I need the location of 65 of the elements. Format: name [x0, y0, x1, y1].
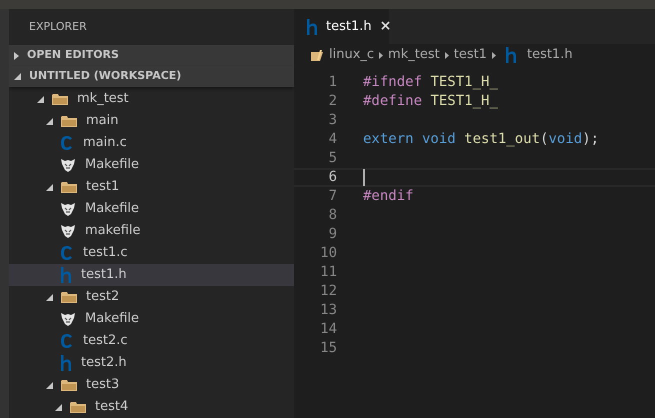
line-number: 13 — [319, 301, 337, 320]
file-item[interactable]: main.c — [9, 132, 294, 154]
folder-item[interactable]: mk_test — [9, 88, 294, 110]
text-cursor — [363, 169, 365, 186]
line-number: 10 — [319, 244, 337, 263]
line-number: 6 — [328, 168, 337, 187]
file-item[interactable]: Makefile — [9, 308, 294, 330]
c-file-icon — [60, 333, 74, 349]
folder-item[interactable]: test2 — [9, 286, 294, 308]
chevron-right-icon — [492, 52, 496, 58]
c-file-icon — [60, 245, 74, 261]
line-number: 4 — [328, 130, 337, 149]
line-number: 11 — [319, 263, 337, 282]
breadcrumb-item[interactable]: test1.h — [500, 45, 573, 65]
code-line: #define TEST1_H_ — [363, 92, 498, 111]
file-item[interactable]: test1.h — [9, 264, 294, 286]
line-number: 1 — [328, 73, 337, 92]
makefile-icon — [60, 158, 76, 172]
makefile-icon — [60, 202, 76, 216]
line-number: 15 — [319, 339, 337, 358]
code-line: #endif — [363, 187, 414, 206]
file-item[interactable]: test2.c — [9, 330, 294, 352]
file-item[interactable]: Makefile — [9, 154, 294, 176]
line-number: 14 — [319, 320, 337, 339]
h-file-icon — [504, 47, 517, 63]
folder-icon — [61, 379, 77, 391]
editor-tab[interactable]: test1.h × — [294, 9, 389, 44]
breadcrumb-item[interactable]: mk_test — [388, 45, 440, 65]
folder-item[interactable]: test1 — [9, 176, 294, 198]
file-item[interactable]: test1.c — [9, 242, 294, 264]
folder-icon — [61, 291, 77, 303]
line-number: 12 — [319, 282, 337, 301]
makefile-icon — [60, 224, 76, 238]
folder-icon — [70, 401, 86, 413]
section-header[interactable]: OPEN EDITORS — [9, 45, 294, 66]
folder-item[interactable]: test4 — [9, 396, 294, 418]
folder-icon — [311, 50, 323, 60]
file-item[interactable]: test2.h — [9, 352, 294, 374]
line-number: 3 — [328, 111, 337, 130]
line-number: 9 — [328, 225, 337, 244]
folder-icon — [61, 115, 77, 127]
folder-item[interactable]: main — [9, 110, 294, 132]
chevron-right-icon — [379, 52, 384, 58]
h-file-icon — [306, 18, 318, 34]
code-line: #ifndef TEST1_H_ — [363, 73, 498, 92]
sidebar-title: EXPLORER — [29, 18, 87, 35]
folder-item[interactable]: test3 — [9, 374, 294, 396]
line-number: 5 — [328, 149, 337, 168]
file-item[interactable]: makefile — [9, 220, 294, 242]
folder-icon — [52, 93, 68, 105]
line-number: 8 — [328, 206, 337, 225]
close-button[interactable]: × — [380, 16, 392, 37]
line-number: 2 — [328, 92, 337, 111]
line-number: 7 — [328, 187, 337, 206]
makefile-icon — [60, 312, 76, 326]
c-file-icon — [60, 135, 74, 151]
breadcrumb-item[interactable]: test1 — [454, 45, 487, 65]
h-file-icon — [60, 355, 72, 371]
file-item[interactable]: Makefile — [9, 198, 294, 220]
folder-icon — [61, 181, 77, 193]
h-file-icon — [60, 267, 72, 283]
section-header[interactable]: UNTITLED (WORKSPACE) — [9, 66, 294, 87]
chevron-right-icon — [444, 52, 449, 58]
breadcrumb-item[interactable]: linux_c — [311, 45, 374, 65]
code-line: extern void test1_out(void); — [363, 130, 600, 149]
